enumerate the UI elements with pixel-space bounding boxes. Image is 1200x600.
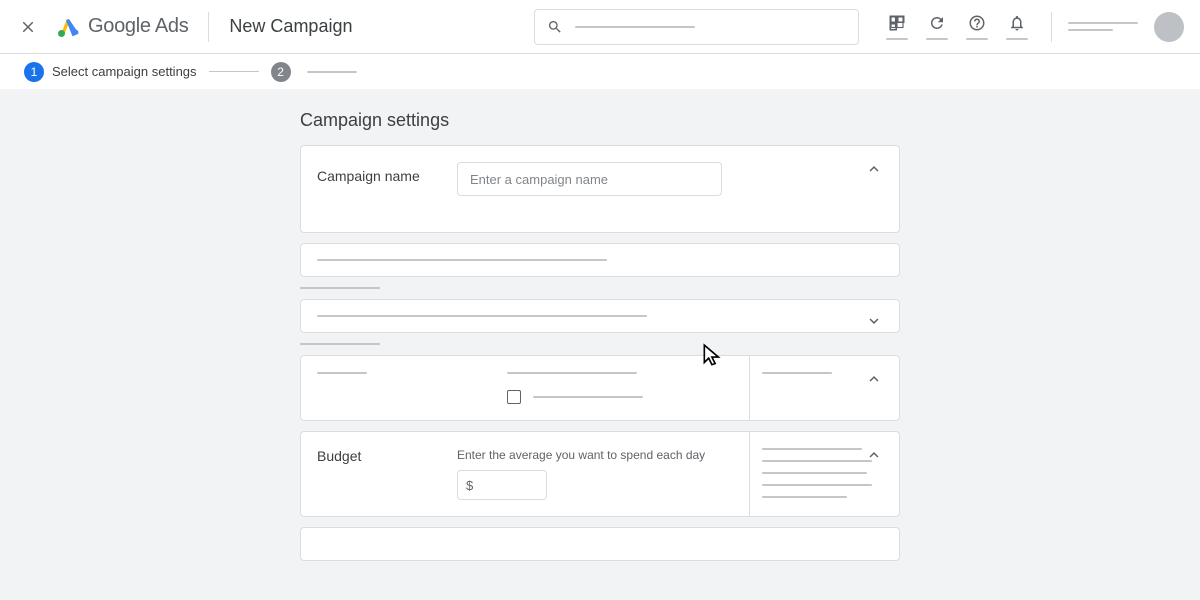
section-title: Campaign settings (300, 110, 900, 131)
divider (1051, 12, 1052, 42)
collapse-toggle[interactable] (865, 446, 883, 469)
collapse-toggle[interactable] (865, 160, 883, 183)
help-icon (968, 14, 986, 32)
page-title: New Campaign (229, 16, 352, 37)
checkbox-label (533, 396, 643, 398)
bell-icon (1008, 14, 1026, 32)
budget-helper-text: Enter the average you want to spend each… (457, 448, 705, 462)
app-header: Google Ads New Campaign (0, 0, 1200, 54)
subsection-label (300, 343, 380, 345)
main-content: Campaign settings Campaign name (0, 90, 1200, 581)
reports-button[interactable] (879, 10, 915, 44)
campaign-name-card: Campaign name (300, 145, 900, 233)
step-label: Select campaign settings (52, 64, 197, 79)
chevron-down-icon (865, 312, 883, 330)
header-tools (879, 10, 1184, 44)
campaign-name-input[interactable] (457, 162, 722, 196)
step-number: 2 (271, 62, 291, 82)
brand-text: Google Ads (88, 15, 188, 38)
logo: Google Ads (56, 15, 188, 39)
chevron-up-icon (865, 160, 883, 178)
budget-input[interactable]: $ (457, 470, 547, 500)
settings-card-collapsed-2[interactable] (300, 299, 900, 333)
budget-label: Budget (317, 448, 457, 500)
settings-card-partial[interactable] (300, 527, 900, 561)
account-info (1068, 22, 1138, 31)
search-icon (547, 19, 563, 35)
refresh-button[interactable] (919, 10, 955, 44)
step-connector (209, 71, 259, 72)
google-ads-logo-icon (56, 15, 80, 39)
chevron-up-icon (865, 370, 883, 388)
notifications-button[interactable] (999, 10, 1035, 44)
campaign-name-label: Campaign name (317, 162, 457, 184)
currency-symbol: $ (466, 478, 473, 493)
step-label-placeholder (307, 71, 357, 73)
close-button[interactable] (16, 15, 40, 39)
campaign-stepper: 1 Select campaign settings 2 (0, 54, 1200, 90)
avatar[interactable] (1154, 12, 1184, 42)
refresh-icon (928, 14, 946, 32)
settings-card-collapsed-1[interactable] (300, 243, 900, 277)
step-1[interactable]: 1 Select campaign settings (24, 62, 197, 82)
help-button[interactable] (959, 10, 995, 44)
collapse-toggle[interactable] (865, 370, 883, 393)
budget-card: Budget Enter the average you want to spe… (300, 431, 900, 517)
close-icon (19, 18, 37, 36)
step-2[interactable]: 2 (271, 62, 357, 82)
search-placeholder (575, 26, 695, 28)
divider (208, 12, 209, 42)
step-number: 1 (24, 62, 44, 82)
search-input[interactable] (534, 9, 859, 45)
subsection-label (300, 287, 380, 289)
chevron-up-icon (865, 446, 883, 464)
option-checkbox[interactable] (507, 390, 521, 404)
reports-icon (888, 14, 906, 32)
settings-card-expanded (300, 355, 900, 421)
